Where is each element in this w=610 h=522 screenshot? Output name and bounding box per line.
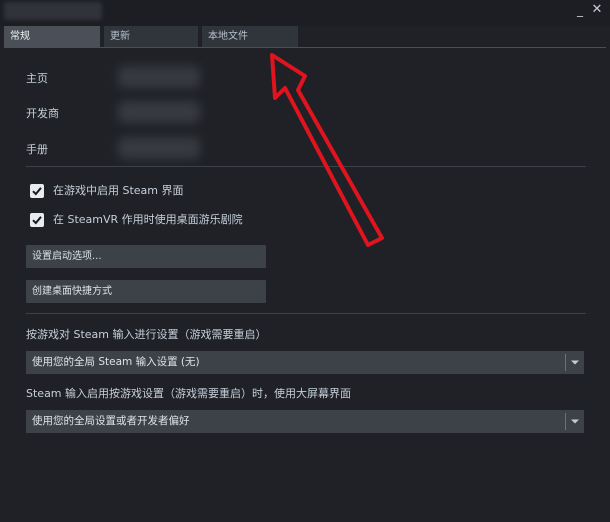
set-launch-options-button[interactable]: 设置启动选项... <box>26 245 266 268</box>
chevron-down-icon <box>571 419 579 424</box>
overlay-checkbox[interactable] <box>30 184 44 198</box>
tab-updates[interactable]: 更新 <box>104 26 198 47</box>
big-picture-input-value: 使用您的全局设置或者开发者偏好 <box>32 415 190 427</box>
select-separator <box>565 413 566 430</box>
per-game-input-label: 按游戏对 Steam 输入进行设置（游戏需要重启） <box>26 328 267 341</box>
developer-link-redacted[interactable] <box>118 101 200 123</box>
manual-link-redacted[interactable] <box>118 137 200 159</box>
per-game-input-select[interactable]: 使用您的全局 Steam 输入设置 (无) <box>26 351 584 374</box>
manual-label: 手册 <box>26 143 48 156</box>
checkmark-icon <box>32 187 42 196</box>
divider <box>26 313 586 314</box>
tab-bar: 常规 更新 本地文件 <box>4 26 606 48</box>
big-picture-input-select[interactable]: 使用您的全局设置或者开发者偏好 <box>26 410 584 433</box>
theater-checkbox[interactable] <box>30 213 44 227</box>
select-separator <box>565 354 566 371</box>
minimize-icon[interactable]: _ <box>573 3 587 17</box>
close-icon[interactable]: ✕ <box>590 3 604 17</box>
homepage-label: 主页 <box>26 72 48 85</box>
theater-checkbox-label: 在 SteamVR 作用时使用桌面游乐剧院 <box>53 213 243 226</box>
title-bar: _ ✕ <box>0 0 610 26</box>
overlay-checkbox-label: 在游戏中启用 Steam 界面 <box>53 184 184 197</box>
per-game-input-value: 使用您的全局 Steam 输入设置 (无) <box>32 356 200 368</box>
developer-label: 开发商 <box>26 107 59 120</box>
window-title-redacted <box>4 2 102 20</box>
homepage-link-redacted[interactable] <box>118 66 200 88</box>
create-desktop-shortcut-button[interactable]: 创建桌面快捷方式 <box>26 280 266 303</box>
checkmark-icon <box>32 216 42 225</box>
tab-general[interactable]: 常规 <box>4 26 100 47</box>
chevron-down-icon <box>571 360 579 365</box>
tab-local-files[interactable]: 本地文件 <box>202 26 298 47</box>
divider <box>26 166 586 167</box>
big-picture-input-label: Steam 输入启用按游戏设置（游戏需要重启）时，使用大屏幕界面 <box>26 387 352 400</box>
